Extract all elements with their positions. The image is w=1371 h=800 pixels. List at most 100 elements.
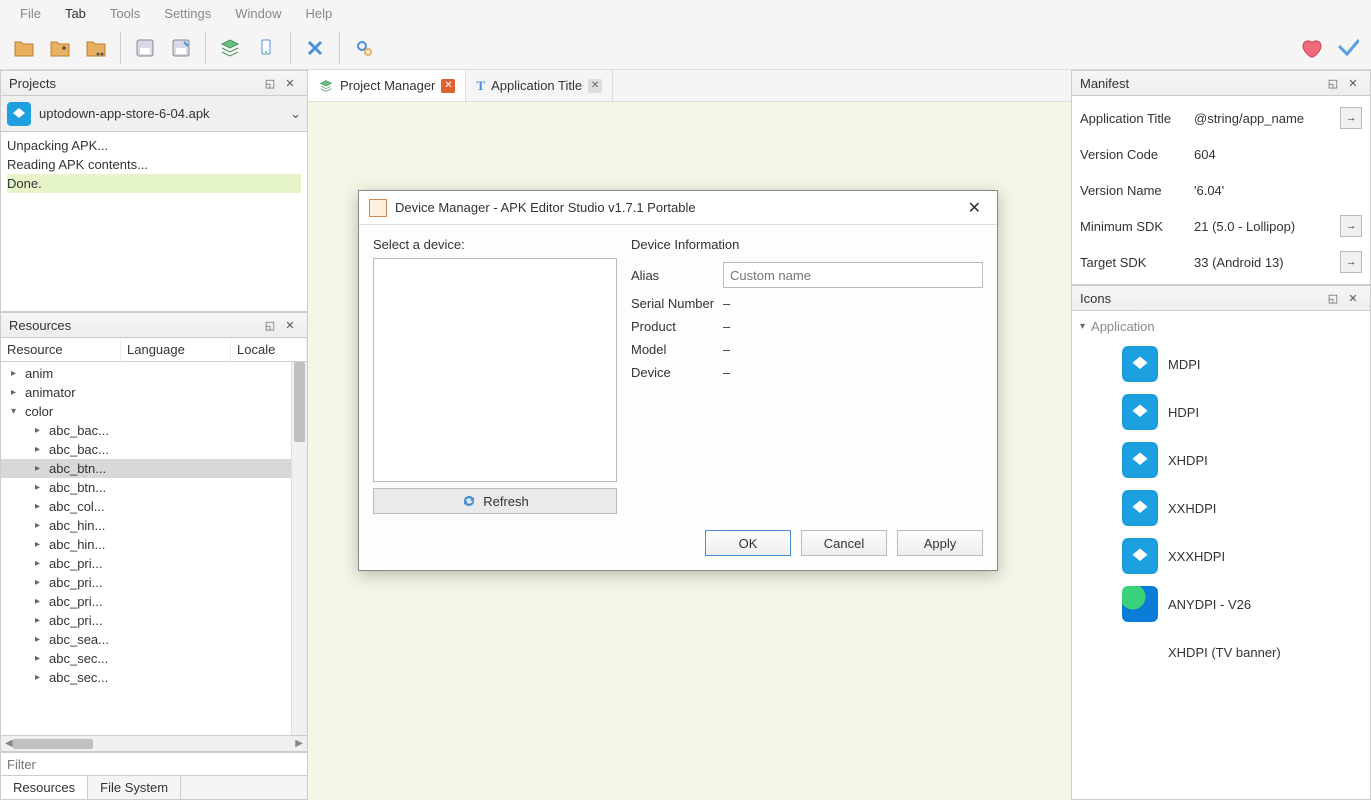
resources-undock-icon[interactable]: ◱: [261, 317, 279, 333]
device-list[interactable]: [373, 258, 617, 482]
resources-headers[interactable]: Resource Language Locale: [0, 338, 308, 362]
project-log: Unpacking APK...Reading APK contents...D…: [0, 132, 308, 312]
resources-close-icon[interactable]: ✕: [281, 317, 299, 333]
icon-row[interactable]: XXXHDPI: [1080, 532, 1362, 580]
folder-add-icon[interactable]: [44, 32, 76, 64]
manifest-panel-title: Manifest ◱ ✕: [1071, 70, 1371, 96]
ok-button[interactable]: OK: [705, 530, 791, 556]
icon-row[interactable]: XXHDPI: [1080, 484, 1362, 532]
heart-icon[interactable]: [1295, 32, 1327, 64]
menu-help[interactable]: Help: [294, 2, 345, 25]
resource-node[interactable]: ▸abc_pri...: [1, 611, 291, 630]
go-button[interactable]: →: [1340, 215, 1362, 237]
menu-file[interactable]: File: [8, 2, 53, 25]
go-button[interactable]: →: [1340, 251, 1362, 273]
manifest-value[interactable]: 21 (5.0 - Lollipop): [1190, 215, 1336, 238]
chevron-icon: ▸: [35, 558, 49, 569]
device-icon[interactable]: [250, 32, 282, 64]
resource-node[interactable]: ▸abc_hin...: [1, 535, 291, 554]
filter-input[interactable]: [0, 752, 308, 776]
icon-label: XXXHDPI: [1168, 549, 1225, 564]
projects-close-icon[interactable]: ✕: [281, 75, 299, 91]
scroll-left-icon[interactable]: ◀: [5, 738, 13, 749]
dialog-titlebar[interactable]: Device Manager - APK Editor Studio v1.7.…: [359, 191, 997, 225]
refresh-button[interactable]: Refresh: [373, 488, 617, 514]
project-selector[interactable]: uptodown-app-store-6-04.apk ⌄: [0, 96, 308, 132]
icons-group-header[interactable]: ▾ Application: [1080, 317, 1362, 340]
info-value: –: [723, 342, 983, 357]
apply-button[interactable]: Apply: [897, 530, 983, 556]
device-info-label: Device Information: [631, 237, 983, 258]
resource-node[interactable]: ▸abc_bac...: [1, 440, 291, 459]
icon-row[interactable]: XHDPI (TV banner): [1080, 628, 1362, 676]
folder-cart-icon[interactable]: [80, 32, 112, 64]
resource-node[interactable]: ▾color: [1, 402, 291, 421]
resource-label: abc_sec...: [49, 670, 108, 685]
cancel-button[interactable]: Cancel: [801, 530, 887, 556]
layers-icon[interactable]: [214, 32, 246, 64]
resource-node[interactable]: ▸abc_bac...: [1, 421, 291, 440]
manifest-value[interactable]: @string/app_name: [1190, 107, 1336, 130]
alias-input[interactable]: [723, 262, 983, 288]
resources-tree[interactable]: ▸anim▸animator▾color▸abc_bac...▸abc_bac.…: [1, 362, 291, 735]
menu-window[interactable]: Window: [223, 2, 293, 25]
icon-row[interactable]: HDPI: [1080, 388, 1362, 436]
gears-icon[interactable]: [348, 32, 380, 64]
chevron-icon: ▸: [35, 615, 49, 626]
resource-label: anim: [25, 366, 53, 381]
resource-node[interactable]: ▸anim: [1, 364, 291, 383]
resource-node[interactable]: ▸abc_sea...: [1, 630, 291, 649]
manifest-undock-icon[interactable]: ◱: [1324, 75, 1342, 91]
scroll-right-icon[interactable]: ▶: [295, 738, 303, 749]
menu-tab[interactable]: Tab: [53, 2, 98, 25]
menu-tools[interactable]: Tools: [98, 2, 152, 25]
icons-close-icon[interactable]: ✕: [1344, 290, 1362, 306]
resources-vscroll[interactable]: [291, 362, 307, 735]
resource-node[interactable]: ▸abc_sec...: [1, 649, 291, 668]
go-button[interactable]: →: [1340, 107, 1362, 129]
resource-node[interactable]: ▸abc_pri...: [1, 554, 291, 573]
save-icon[interactable]: [129, 32, 161, 64]
icon-label: XHDPI (TV banner): [1168, 645, 1281, 660]
chevron-icon: ▸: [35, 653, 49, 664]
bottom-tab-resources[interactable]: Resources: [1, 776, 88, 799]
folder-open-icon[interactable]: [8, 32, 40, 64]
icon-label: MDPI: [1168, 357, 1201, 372]
icon-row[interactable]: ANYDPI - V26: [1080, 580, 1362, 628]
icons-undock-icon[interactable]: ◱: [1324, 290, 1342, 306]
project-name: uptodown-app-store-6-04.apk: [39, 106, 210, 121]
resource-node[interactable]: ▸abc_btn...: [1, 478, 291, 497]
menu-settings[interactable]: Settings: [152, 2, 223, 25]
manifest-label: Version Code: [1080, 147, 1190, 162]
resource-node[interactable]: ▸abc_hin...: [1, 516, 291, 535]
resources-header-locale[interactable]: Locale: [231, 338, 307, 361]
manifest-value[interactable]: '6.04': [1190, 179, 1362, 202]
resources-title-text: Resources: [9, 318, 71, 333]
manifest-label: Target SDK: [1080, 255, 1190, 270]
resource-node[interactable]: ▸abc_col...: [1, 497, 291, 516]
chevron-icon: ▸: [35, 444, 49, 455]
icon-row[interactable]: XHDPI: [1080, 436, 1362, 484]
projects-undock-icon[interactable]: ◱: [261, 75, 279, 91]
resource-node[interactable]: ▸abc_btn...: [1, 459, 291, 478]
save-as-icon[interactable]: [165, 32, 197, 64]
manifest-close-icon[interactable]: ✕: [1344, 75, 1362, 91]
resources-header-resource[interactable]: Resource: [1, 338, 121, 361]
manifest-value[interactable]: 33 (Android 13): [1190, 251, 1336, 274]
resource-label: abc_bac...: [49, 442, 109, 457]
dialog-close-icon[interactable]: ✕: [962, 196, 987, 220]
resources-panel-title: Resources ◱ ✕: [0, 312, 308, 338]
bottom-tab-file-system[interactable]: File System: [88, 776, 181, 799]
icon-row[interactable]: MDPI: [1080, 340, 1362, 388]
resources-header-language[interactable]: Language: [121, 338, 231, 361]
manifest-value[interactable]: 604: [1190, 143, 1362, 166]
resource-node[interactable]: ▸abc_pri...: [1, 592, 291, 611]
close-x-icon[interactable]: [299, 32, 331, 64]
resource-node[interactable]: ▸abc_pri...: [1, 573, 291, 592]
resources-hscroll[interactable]: ◀ ▶: [0, 736, 308, 752]
resource-node[interactable]: ▸animator: [1, 383, 291, 402]
resource-node[interactable]: ▸abc_sec...: [1, 668, 291, 687]
resource-label: color: [25, 404, 53, 419]
device-info-row: Model–: [631, 338, 983, 361]
check-icon[interactable]: [1331, 32, 1363, 64]
